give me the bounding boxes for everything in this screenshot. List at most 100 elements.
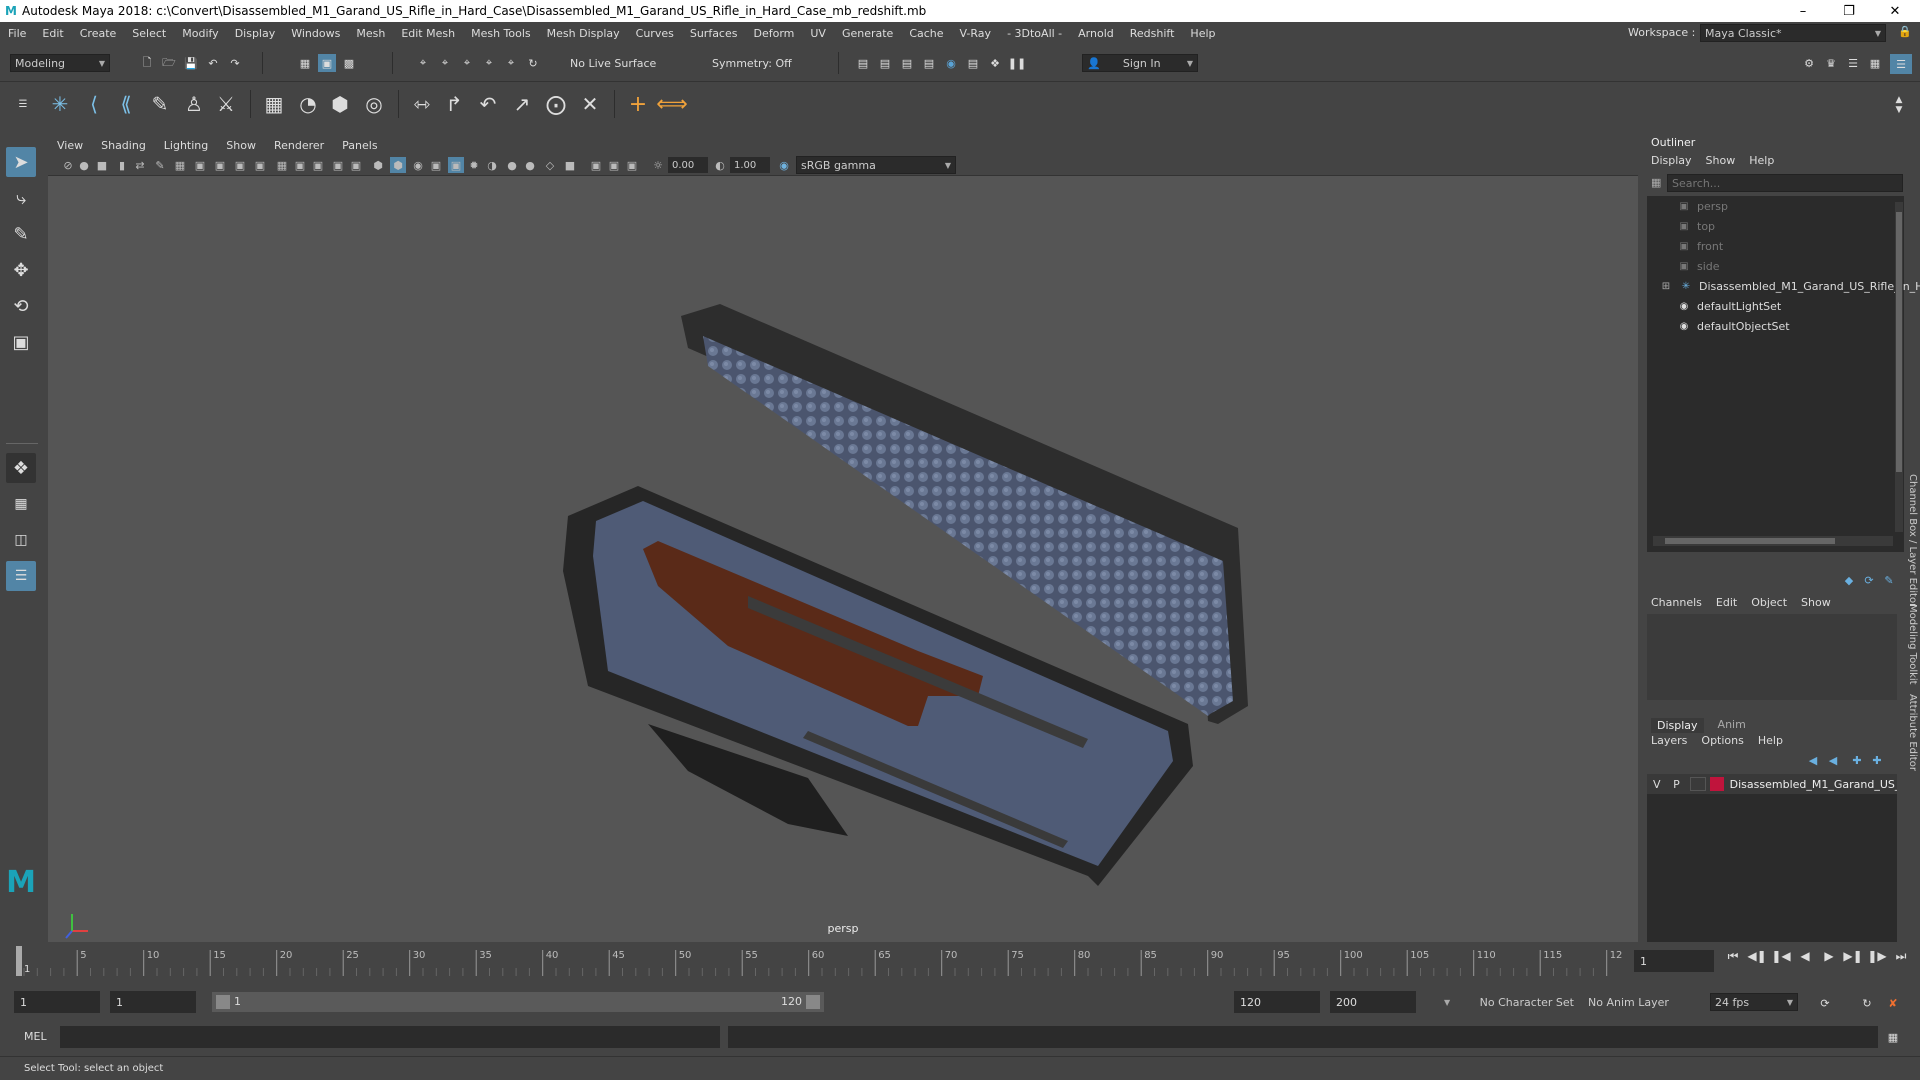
render-sequence-icon[interactable]: ▤ — [964, 54, 982, 72]
menu-3dtoall[interactable]: - 3DtoAll - — [999, 27, 1070, 40]
layer-menu-options[interactable]: Options — [1701, 734, 1743, 747]
backface-icon[interactable]: ▣ — [624, 157, 640, 173]
fps-dropdown[interactable]: 24 fps ▼ — [1710, 993, 1798, 1011]
xray-active-icon[interactable]: ▣ — [606, 157, 622, 173]
scale-tool-icon[interactable]: ▣ — [6, 327, 36, 357]
grid-icon[interactable]: ▦ — [172, 157, 188, 173]
move-layer-up-icon[interactable]: ◀ — [1805, 752, 1821, 768]
outliner-item-default-object-set[interactable]: ◉ defaultObjectSet — [1677, 316, 1790, 336]
wireframe-on-shaded-icon[interactable]: ⬢ — [390, 157, 406, 173]
lights-icon[interactable]: ▣ — [428, 157, 444, 173]
live-surface-label[interactable]: No Live Surface — [570, 57, 656, 70]
scene-start-field[interactable]: 1 — [14, 991, 100, 1013]
menu-mesh-tools[interactable]: Mesh Tools — [463, 27, 539, 40]
script-editor-icon[interactable]: ▦ — [1884, 1028, 1902, 1046]
single-view-icon[interactable]: ❖ — [6, 453, 36, 483]
render-view-icon[interactable]: ▤ — [854, 54, 872, 72]
menu-generate[interactable]: Generate — [834, 27, 901, 40]
outliner-item-top[interactable]: ▣ top — [1677, 216, 1715, 236]
outliner-item-persp[interactable]: ▣ persp — [1677, 196, 1728, 216]
layer-menu-layers[interactable]: Layers — [1651, 734, 1687, 747]
snap-pivot-icon[interactable]: ↻ — [524, 54, 542, 72]
range-start-handle[interactable] — [216, 995, 230, 1009]
pencil-curve-icon[interactable]: ✎ — [146, 90, 174, 118]
play-backward-icon[interactable]: ◀ — [1796, 947, 1814, 965]
select-object-icon[interactable]: ▣ — [318, 54, 336, 72]
menu-redshift[interactable]: Redshift — [1122, 27, 1183, 40]
play-forward-icon[interactable]: ▶ — [1820, 947, 1838, 965]
rotate-tool-icon[interactable]: ⟲ — [6, 291, 36, 321]
attribute-editor-icon[interactable]: ☰ — [1844, 54, 1862, 72]
bookmark-icon[interactable]: ■ — [94, 157, 110, 173]
isolate-icon[interactable]: ⬢ — [370, 157, 386, 173]
vp-menu-renderer[interactable]: Renderer — [265, 139, 333, 152]
create-joint-icon[interactable]: + — [624, 90, 652, 118]
shelf-scroll-icon[interactable]: ▲ ▼ — [1892, 88, 1906, 122]
scrollbar-thumb[interactable] — [1665, 538, 1835, 544]
snap-grid-icon[interactable]: ⌖ — [414, 54, 432, 72]
current-time-marker[interactable] — [16, 946, 22, 976]
viewport-panel[interactable]: View Shading Lighting Show Renderer Pane… — [48, 136, 1638, 942]
poly-sphere-icon[interactable]: ◔ — [294, 90, 322, 118]
exposure-icon[interactable]: ☼ — [650, 157, 666, 173]
select-component-icon[interactable]: ▩ — [340, 54, 358, 72]
menu-uv[interactable]: UV — [802, 27, 834, 40]
four-view-icon[interactable]: ▦ — [6, 489, 36, 519]
menu-edit-mesh[interactable]: Edit Mesh — [393, 27, 463, 40]
menu-arnold[interactable]: Arnold — [1070, 27, 1122, 40]
menu-mesh[interactable]: Mesh — [348, 27, 393, 40]
anim-layer-dropdown[interactable]: No Anim Layer — [1584, 993, 1694, 1011]
rifle-case-model[interactable] — [563, 304, 1248, 886]
side-tab-attribute-editor[interactable]: Attribute Editor — [1907, 694, 1918, 771]
lock-icon[interactable]: 🔒 — [1898, 25, 1912, 38]
menu-deform[interactable]: Deform — [745, 27, 802, 40]
close-button[interactable]: ✕ — [1872, 0, 1918, 22]
layer-playback-toggle[interactable]: P — [1667, 778, 1687, 791]
camera-lock-icon[interactable]: ● — [76, 157, 92, 173]
layer-visibility-toggle[interactable]: V — [1647, 778, 1667, 791]
channel-box-key-icon[interactable]: ◆ — [1841, 572, 1857, 588]
camera-attributes-icon[interactable]: ⊘ — [60, 157, 76, 173]
current-frame-field[interactable]: 1 — [1634, 950, 1714, 972]
ambient-occlusion-icon[interactable]: ✹ — [466, 157, 482, 173]
snap-curve-icon[interactable]: ⌖ — [436, 54, 454, 72]
channel-box-icon[interactable]: ☰ — [1890, 54, 1912, 74]
animation-prefs-icon[interactable]: ✘ — [1884, 994, 1902, 1012]
character-controls-icon[interactable]: ♛ — [1822, 54, 1840, 72]
hypershade-icon[interactable]: ◉ — [942, 54, 960, 72]
menu-vray[interactable]: V-Ray — [952, 27, 1000, 40]
film-gate-icon[interactable]: ▣ — [192, 157, 208, 173]
layer-color-swatch[interactable] — [1709, 777, 1724, 791]
auto-key-icon[interactable]: ↻ — [1858, 994, 1876, 1012]
menu-surfaces[interactable]: Surfaces — [682, 27, 746, 40]
menu-select[interactable]: Select — [124, 27, 174, 40]
outliner-persp-icon[interactable]: ☰ — [6, 561, 36, 591]
redo-icon[interactable]: ↷ — [226, 54, 244, 72]
bevel-icon[interactable]: ↶ — [474, 90, 502, 118]
vp-menu-shading[interactable]: Shading — [92, 139, 155, 152]
snap-point-icon[interactable]: ⌖ — [458, 54, 476, 72]
anim-start-field[interactable]: 1 — [110, 991, 196, 1013]
isolate-select-icon[interactable]: ■ — [562, 157, 578, 173]
channel-box-edit-icon[interactable]: ✎ — [1881, 572, 1897, 588]
sign-in-dropdown[interactable]: 👤 Sign In ▼ — [1082, 54, 1198, 72]
cv-curve-icon[interactable]: ⟨ — [80, 90, 108, 118]
outliner-search-input[interactable] — [1667, 174, 1903, 192]
go-to-start-icon[interactable]: ⏮ — [1724, 947, 1742, 965]
motion-blur-icon[interactable]: ◑ — [484, 157, 500, 173]
step-back-key-icon[interactable]: ❚◀ — [1771, 947, 1790, 965]
go-to-end-icon[interactable]: ⏭ — [1892, 947, 1910, 965]
lasso-tool-icon[interactable]: ⤷ — [6, 183, 36, 213]
safe-title-icon[interactable]: ▣ — [330, 157, 346, 173]
outliner-filter-icon[interactable]: ▦ — [1651, 176, 1665, 190]
xray-joints-icon[interactable]: ▣ — [588, 157, 604, 173]
snap-view-icon[interactable]: ⌖ — [480, 54, 498, 72]
gamma-field[interactable]: 1.00 — [730, 157, 770, 173]
select-tool-icon[interactable]: ➤ — [6, 147, 36, 177]
outliner-h-scrollbar[interactable] — [1653, 536, 1893, 546]
step-back-frame-icon[interactable]: ◀❚ — [1747, 947, 1766, 965]
outliner-menu-show[interactable]: Show — [1706, 154, 1736, 167]
symmetry-label[interactable]: Symmetry: Off — [712, 57, 792, 70]
expand-icon[interactable]: ⊞ — [1659, 279, 1673, 293]
workspace-dropdown[interactable]: Maya Classic* ▼ — [1700, 24, 1886, 42]
